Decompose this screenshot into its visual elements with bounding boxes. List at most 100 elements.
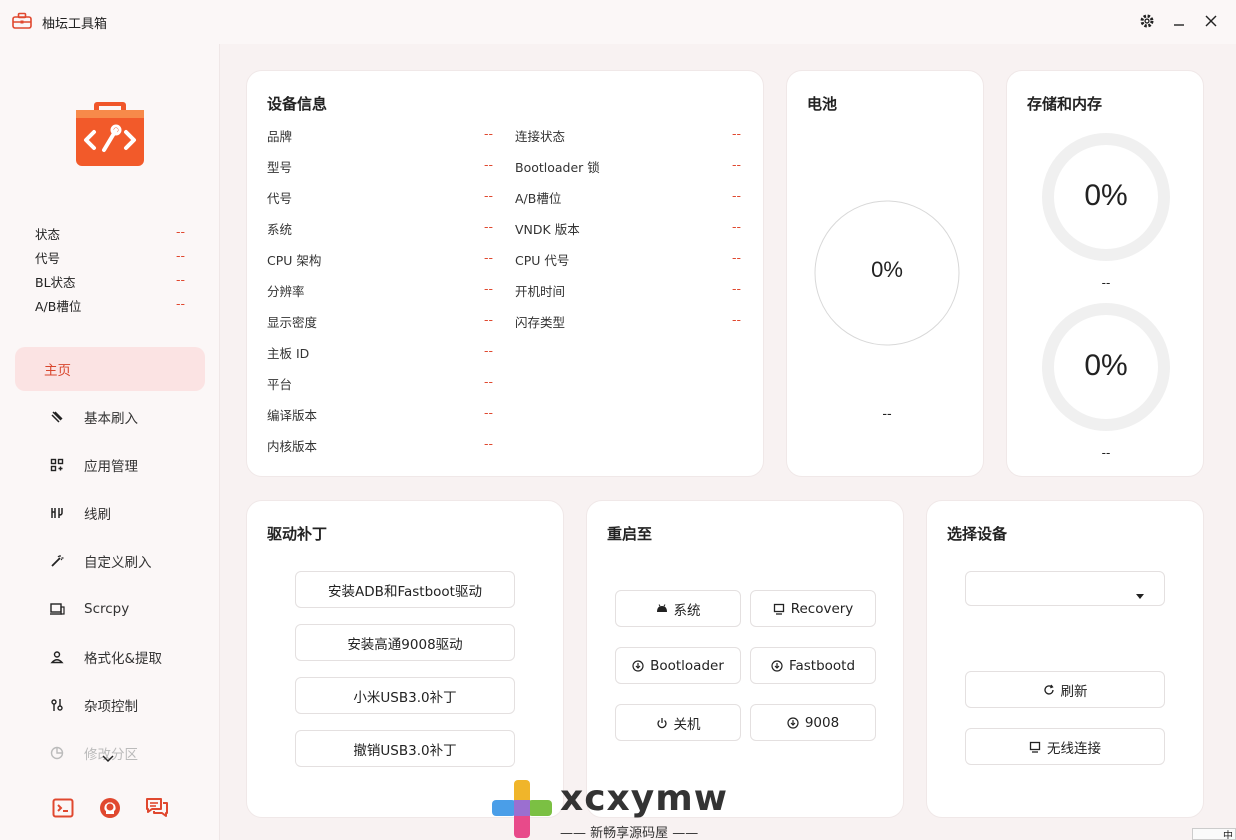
android-icon [656,604,668,613]
memory-percent: 0% [1084,349,1128,382]
info-label: Bootloader 锁 [515,160,600,175]
reboot-fastbootd-label: Fastbootd [788,657,856,674]
nav-basic-flash-label: 基本刷入 [84,411,138,427]
device-select-card: 选择设备 刷新 无线连接 [926,500,1204,818]
reboot-fastbootd-button[interactable]: Fastbootd [750,647,876,684]
info-value: -- [483,312,493,327]
install-9008-driver-button[interactable]: 安装高通9008驱动 [295,624,515,661]
info-row: 开机时间 -- [515,281,741,300]
reboot-bootloader-label: Bootloader [650,657,724,674]
info-row: CPU 架构 -- [267,250,493,269]
chat-icon[interactable] [145,796,169,820]
info-row: 品牌 -- [267,126,493,145]
ime-indicator[interactable]: 中 [1192,828,1236,840]
nav-scrcpy[interactable]: Scrcpy [15,587,205,631]
monitor-icon [773,603,785,615]
nav-basic-flash[interactable]: 基本刷入 [15,395,205,439]
info-label: 主板 ID [267,346,310,361]
ab-slot-value: -- [175,296,185,311]
codename-label: 代号 [35,251,61,266]
info-row: 内核版本 -- [267,436,493,455]
close-button[interactable] [1200,10,1222,32]
chevron-down-icon[interactable] [102,750,114,766]
watermark: xcxymw —— 新畅享源码屋 —— [492,776,752,840]
sidebar: 状态 -- 代号 -- BL状态 -- A/B槽位 -- 主页 基本刷入 应用管… [0,44,220,840]
reboot-recovery-button[interactable]: Recovery [750,590,876,627]
info-row: VNDK 版本 -- [515,219,741,238]
info-value: -- [483,436,493,451]
xiaomi-usb3-patch-button[interactable]: 小米USB3.0补丁 [295,677,515,714]
download-icon [771,659,783,672]
reboot-system-button[interactable]: 系统 [615,590,741,627]
reboot-bootloader-button[interactable]: Bootloader [615,647,741,684]
download-icon [632,659,644,672]
nav-scrcpy-label: Scrcpy [84,601,130,617]
nav-misc-control[interactable]: 杂项控制 [15,683,205,727]
nav-line-flash[interactable]: 线刷 [15,491,205,535]
device-select-title: 选择设备 [947,525,1008,543]
battery-detail: -- [882,405,892,421]
nav-custom-flash[interactable]: 自定义刷入 [15,539,205,583]
memory-detail: -- [1101,445,1111,460]
settings-icon[interactable] [1136,10,1158,32]
storage-detail: -- [1101,275,1111,290]
info-label: 编译版本 [267,408,318,423]
info-label: 显示密度 [267,315,318,330]
bl-status-row: BL状态 -- [35,272,185,291]
info-label: 连接状态 [515,129,566,144]
nav-misc-control-label: 杂项控制 [84,699,138,715]
person-icon [49,649,65,665]
toolbox-icon [12,12,32,29]
info-row: 显示密度 -- [267,312,493,331]
nav-line-flash-label: 线刷 [84,507,111,523]
info-label: 代号 [267,191,293,206]
screen-icon [49,601,65,617]
info-row: 平台 -- [267,374,493,393]
reboot-9008-button[interactable]: 9008 [750,704,876,741]
info-value: -- [483,374,493,389]
info-row: 代号 -- [267,188,493,207]
nav-home[interactable]: 主页 [15,347,205,391]
app-logo [76,102,144,166]
bl-status-value: -- [175,272,185,287]
info-row: 分辨率 -- [267,281,493,300]
apps-icon [49,457,65,473]
watermark-text: xcxymw [560,778,729,819]
reboot-recovery-label: Recovery [790,600,854,617]
power-off-label: 关机 [673,716,701,733]
power-off-button[interactable]: 关机 [615,704,741,741]
ab-slot-row: A/B槽位 -- [35,296,185,315]
nav-format-extract-label: 格式化&提取 [84,651,163,667]
info-row: 主板 ID -- [267,343,493,362]
download-icon [787,716,799,729]
ime-label: 中 [1223,830,1233,840]
reboot-title: 重启至 [607,525,653,543]
storage-percent: 0% [1084,179,1128,212]
info-label: 品牌 [267,129,293,144]
app-title: 柚坛工具箱 [42,17,108,32]
wireless-connect-button[interactable]: 无线连接 [965,728,1165,765]
storage-title: 存储和内存 [1027,95,1103,113]
info-value: -- [483,343,493,358]
flash-icon [49,409,65,425]
info-label: 平台 [267,377,293,392]
main-area: 设备信息 品牌 -- 型号 -- 代号 -- 系统 -- CPU 架构 -- 分辨率 -- 显示密度 --… [220,44,1236,840]
terminal-icon[interactable] [51,796,75,820]
nav-app-manage[interactable]: 应用管理 [15,443,205,487]
nav-home-label: 主页 [44,363,71,379]
minimize-button[interactable] [1168,10,1190,32]
ab-slot-label: A/B槽位 [35,299,82,314]
device-select-dropdown[interactable] [965,571,1165,606]
info-value: -- [483,405,493,420]
status-label: 状态 [35,227,61,242]
power-icon [656,717,668,729]
revert-usb3-patch-button[interactable]: 撤销USB3.0补丁 [295,730,515,767]
info-value: -- [483,157,493,172]
refresh-button[interactable]: 刷新 [965,671,1165,708]
github-icon[interactable] [98,796,122,820]
nav-format-extract[interactable]: 格式化&提取 [15,635,205,679]
battery-percent: 0% [871,257,903,282]
info-value: -- [731,281,741,296]
install-adb-driver-button[interactable]: 安装ADB和Fastboot驱动 [295,571,515,608]
info-value: -- [483,250,493,265]
